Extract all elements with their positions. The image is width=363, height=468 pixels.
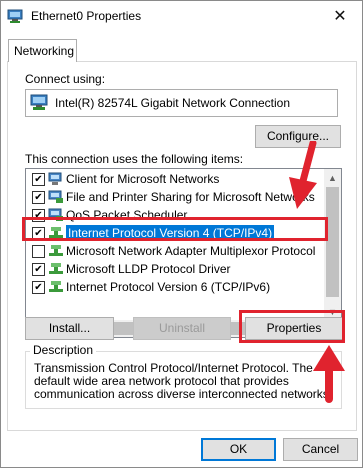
list-item[interactable]: ✔ Client for Microsoft Networks <box>26 171 323 188</box>
window-title: Ethernet0 Properties <box>31 9 142 23</box>
description-label: Description <box>30 343 97 357</box>
item-label: Microsoft LLDP Protocol Driver <box>66 262 231 276</box>
ok-button[interactable]: OK <box>201 438 276 461</box>
properties-window: Ethernet0 Properties ✕ Networking Connec… <box>0 0 363 468</box>
scroll-up-icon[interactable]: ▲ <box>324 169 341 186</box>
list-item[interactable]: ✔ Internet Protocol Version 6 (TCP/IPv6) <box>26 279 323 296</box>
properties-highlight-box <box>239 310 345 343</box>
adapter-field: Intel(R) 82574L Gigabit Network Connecti… <box>25 89 338 117</box>
checkbox[interactable]: ✔ <box>32 281 45 294</box>
list-item[interactable]: Microsoft Network Adapter Multiplexor Pr… <box>26 243 323 260</box>
annotation-arrow-icon <box>313 345 345 403</box>
list-item[interactable]: ✔ File and Printer Sharing for Microsoft… <box>26 189 323 206</box>
annotation-arrow-icon <box>289 141 317 209</box>
checkbox[interactable]: ✔ <box>32 173 45 186</box>
network-service-icon <box>48 190 63 203</box>
scroll-thumb[interactable] <box>326 187 339 297</box>
tab-label: Networking <box>14 44 75 58</box>
install-button[interactable]: Install... <box>25 317 114 340</box>
network-adapter-icon <box>30 94 48 110</box>
item-label: File and Printer Sharing for Microsoft N… <box>66 190 315 204</box>
tab-networking[interactable]: Networking <box>8 39 77 62</box>
vertical-scrollbar[interactable]: ▲ ▼ <box>324 169 341 320</box>
checkbox[interactable]: ✔ <box>32 263 45 276</box>
items-label: This connection uses the following items… <box>25 152 244 166</box>
checkbox[interactable]: ✔ <box>32 191 45 204</box>
checkbox[interactable] <box>32 245 45 258</box>
protocol-icon <box>49 245 63 256</box>
network-adapter-icon <box>7 9 23 23</box>
close-icon: ✕ <box>333 8 347 25</box>
item-label: Client for Microsoft Networks <box>66 172 220 186</box>
close-button[interactable]: ✕ <box>318 1 362 31</box>
uninstall-button: Uninstall <box>133 317 231 340</box>
adapter-name: Intel(R) 82574L Gigabit Network Connecti… <box>55 96 291 110</box>
ipv4-highlight-box <box>22 217 328 241</box>
item-label: Internet Protocol Version 6 (TCP/IPv6) <box>66 280 271 294</box>
item-label: Microsoft Network Adapter Multiplexor Pr… <box>66 244 316 258</box>
description-text: Transmission Control Protocol/Internet P… <box>34 361 333 401</box>
connect-using-label: Connect using: <box>25 72 106 86</box>
network-client-icon <box>48 172 62 185</box>
protocol-icon <box>49 263 63 274</box>
list-item[interactable]: ✔ Microsoft LLDP Protocol Driver <box>26 261 323 278</box>
cancel-button[interactable]: Cancel <box>283 438 358 461</box>
title-bar: Ethernet0 Properties ✕ <box>1 1 362 31</box>
protocol-icon <box>49 281 63 292</box>
